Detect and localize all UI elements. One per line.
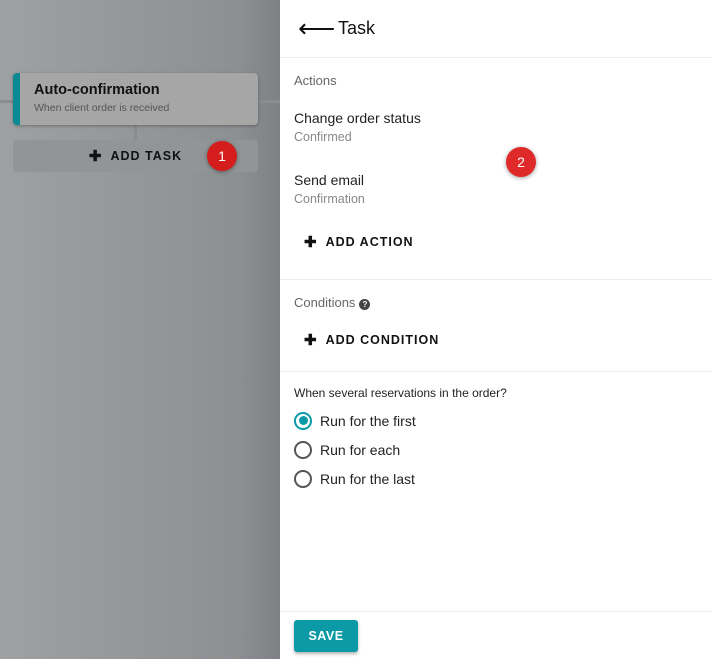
action-value: Confirmation bbox=[294, 192, 365, 206]
action-name: Change order status bbox=[294, 110, 421, 126]
radio-checked-icon bbox=[294, 411, 312, 430]
radio-label: Run for each bbox=[320, 441, 401, 458]
add-condition-button[interactable]: ✚ ADD CONDITION bbox=[294, 322, 698, 358]
radio-run-last[interactable]: Run for the last bbox=[280, 464, 712, 493]
add-action-label: ADD ACTION bbox=[325, 235, 414, 249]
action-name: Send email bbox=[294, 172, 365, 188]
radio-unchecked-icon bbox=[294, 469, 312, 488]
arrow-back-icon[interactable]: ⟵ bbox=[298, 13, 338, 44]
action-value: Confirmed bbox=[294, 130, 352, 144]
trigger-card[interactable]: Auto-confirmation When client order is r… bbox=[13, 73, 258, 125]
radio-run-first[interactable]: Run for the first bbox=[280, 406, 712, 435]
trigger-title: Auto-confirmation bbox=[34, 82, 160, 98]
radio-unchecked-icon bbox=[294, 440, 312, 459]
connector-line bbox=[134, 124, 137, 140]
plus-icon: ✚ bbox=[304, 234, 318, 251]
help-icon[interactable]: ? bbox=[359, 299, 371, 310]
actions-label: Actions bbox=[294, 73, 337, 88]
step-badge: 1 bbox=[207, 141, 237, 171]
task-panel: ⟵ Task Actions Change order status Confi… bbox=[280, 0, 712, 659]
plus-icon: ✚ bbox=[304, 332, 318, 349]
action-item[interactable]: Change order status Confirmed bbox=[294, 88, 698, 144]
panel-title: Task bbox=[338, 18, 376, 38]
radio-label: Run for the first bbox=[320, 412, 416, 429]
add-task-label: ADD TASK bbox=[110, 149, 183, 163]
trigger-subtitle: When client order is received bbox=[34, 102, 170, 114]
action-item[interactable]: Send email Confirmation bbox=[294, 144, 698, 206]
radio-run-each[interactable]: Run for each bbox=[280, 435, 712, 464]
add-action-button[interactable]: ✚ ADD ACTION bbox=[294, 224, 698, 260]
conditions-label: Conditions bbox=[294, 295, 356, 310]
add-condition-label: ADD CONDITION bbox=[325, 333, 440, 347]
step-badge: 2 bbox=[506, 147, 536, 177]
radio-label: Run for the last bbox=[320, 470, 415, 487]
save-button[interactable]: SAVE bbox=[294, 620, 358, 652]
reservations-question: When several reservations in the order? bbox=[294, 386, 507, 400]
plus-icon: ✚ bbox=[88, 148, 103, 165]
